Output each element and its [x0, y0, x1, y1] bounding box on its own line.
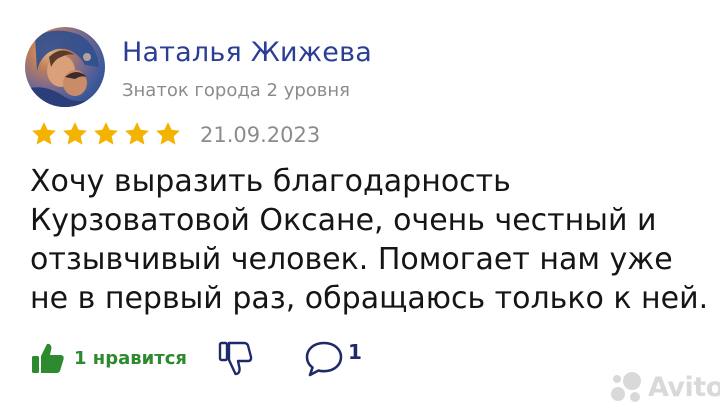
review-text-line: отзывчивый человек. Помогает нам уже: [30, 242, 673, 277]
star-icon: [30, 120, 58, 148]
review-date: 21.09.2023: [200, 123, 321, 147]
review-card: Наталья Жижева Знаток города 2 уровня 21…: [0, 0, 720, 414]
star-icon: [61, 120, 89, 148]
review-text-line: Хочу выразить благодарность: [30, 164, 511, 199]
thumbs-down-icon: [218, 341, 253, 376]
comment-count: 1: [348, 340, 362, 364]
speech-bubble-icon: [305, 341, 343, 377]
review-text: Хочу выразить благодарность Курзоватовой…: [30, 162, 710, 318]
avatar-painting-icon: [25, 30, 105, 107]
author-rank: Знаток города 2 уровня: [122, 80, 351, 101]
star-icon: [92, 120, 120, 148]
avito-watermark: Avito: [608, 369, 720, 405]
like-count-label: 1 нравится: [74, 347, 187, 369]
avito-watermark-text: Avito: [648, 371, 720, 403]
avito-logo-icon: [611, 372, 641, 402]
avatar[interactable]: [25, 27, 105, 107]
star-icon: [123, 120, 151, 148]
review-text-line: Курзоватовой Оксане, очень честный и: [30, 203, 657, 238]
like-button[interactable]: 1 нравится: [30, 338, 187, 378]
rating-stars: [30, 120, 182, 148]
dislike-button[interactable]: [216, 339, 254, 379]
thumbs-up-icon: [32, 343, 64, 373]
comment-button[interactable]: 1: [304, 340, 362, 380]
review-text-line: не в первый раз, обращаюсь только к ней.: [30, 281, 709, 316]
review-actions: 1 нравится 1: [30, 338, 430, 378]
author-name[interactable]: Наталья Жижева: [122, 37, 372, 68]
star-icon: [154, 120, 182, 148]
